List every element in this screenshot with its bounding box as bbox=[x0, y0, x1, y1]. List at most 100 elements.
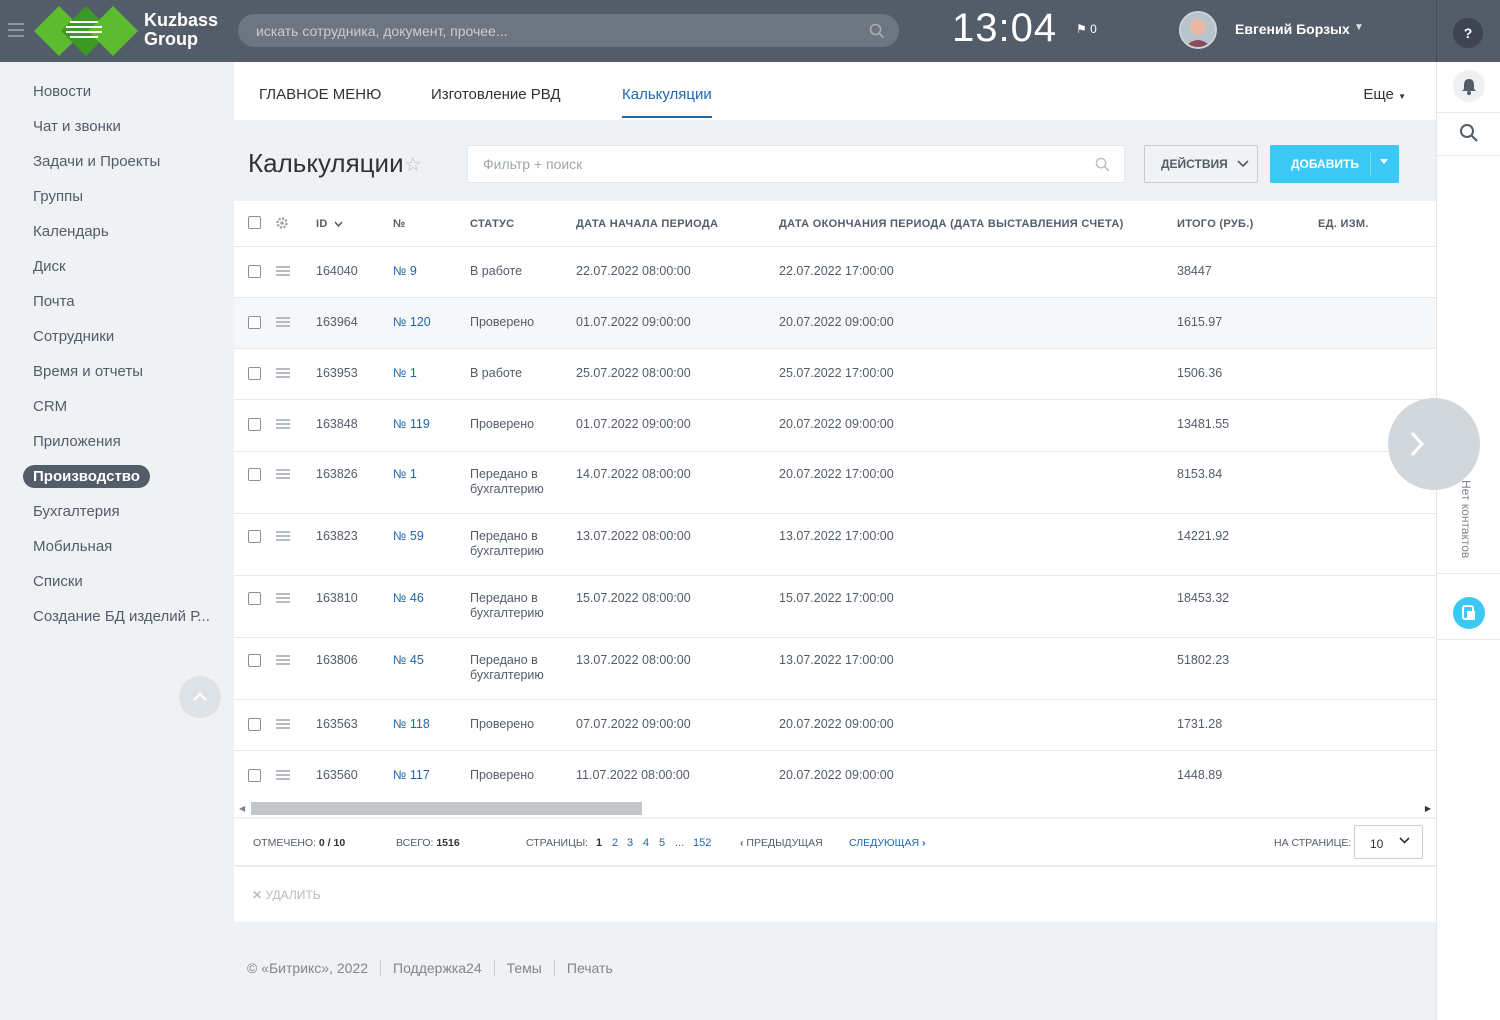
horizontal-scrollbar[interactable]: ◀ ▶ bbox=[234, 801, 1436, 817]
cell-number-link[interactable]: № 59 bbox=[393, 529, 424, 543]
per-page-select[interactable]: 10 bbox=[1354, 825, 1423, 859]
global-search-input[interactable] bbox=[256, 14, 856, 47]
page-link[interactable]: 4 bbox=[643, 837, 649, 849]
row-menu-icon[interactable] bbox=[276, 317, 290, 329]
user-name[interactable]: Евгений Борзых bbox=[1235, 21, 1350, 37]
page-link[interactable]: 152 bbox=[693, 837, 711, 849]
row-checkbox[interactable] bbox=[248, 769, 261, 782]
scroll-right-button[interactable] bbox=[1388, 398, 1480, 490]
table-row[interactable]: 163848 № 119 Проверено 01.07.2022 09:00:… bbox=[234, 400, 1436, 452]
chevron-down-icon[interactable]: ▼ bbox=[1354, 22, 1364, 33]
sidebar-item-time-reports[interactable]: Время и отчеты bbox=[33, 363, 143, 380]
row-checkbox[interactable] bbox=[248, 592, 261, 605]
sidebar-item-news[interactable]: Новости bbox=[33, 83, 91, 100]
table-row[interactable]: 163810 № 46 Передано в бухгалтерию 15.07… bbox=[234, 576, 1436, 638]
cell-number-link[interactable]: № 120 bbox=[393, 315, 431, 329]
table-row[interactable]: 163953 № 1 В работе 25.07.2022 08:00:00 … bbox=[234, 349, 1436, 400]
column-header-start-date[interactable]: ДАТА НАЧАЛА ПЕРИОДА bbox=[576, 218, 718, 230]
tab-main-menu[interactable]: ГЛАВНОЕ МЕНЮ bbox=[259, 86, 381, 103]
row-menu-icon[interactable] bbox=[276, 419, 290, 431]
sidebar-item-groups[interactable]: Группы bbox=[33, 188, 83, 205]
row-menu-icon[interactable] bbox=[276, 368, 290, 380]
table-row[interactable]: 163823 № 59 Передано в бухгалтерию 13.07… bbox=[234, 514, 1436, 576]
next-page-button[interactable]: СЛЕДУЮЩАЯ › bbox=[849, 837, 926, 849]
search-icon[interactable] bbox=[1095, 157, 1110, 172]
table-row[interactable]: 164040 № 9 В работе 22.07.2022 08:00:00 … bbox=[234, 247, 1436, 298]
row-menu-icon[interactable] bbox=[276, 531, 290, 543]
row-checkbox[interactable] bbox=[248, 418, 261, 431]
row-menu-icon[interactable] bbox=[276, 770, 290, 782]
sidebar-item-mail[interactable]: Почта bbox=[33, 293, 75, 310]
cell-number-link[interactable]: № 117 bbox=[393, 768, 430, 782]
chevron-down-icon[interactable] bbox=[1379, 159, 1389, 165]
cell-number-link[interactable]: № 46 bbox=[393, 591, 424, 605]
table-row[interactable]: 163563 № 118 Проверено 07.07.2022 09:00:… bbox=[234, 700, 1436, 751]
delete-button[interactable]: ✕ УДАЛИТЬ bbox=[252, 888, 321, 902]
row-checkbox[interactable] bbox=[248, 718, 261, 731]
row-checkbox[interactable] bbox=[248, 654, 261, 667]
add-button[interactable]: ДОБАВИТЬ bbox=[1270, 145, 1399, 183]
more-menu[interactable]: Еще ▼ bbox=[1363, 86, 1406, 103]
search-icon[interactable] bbox=[1453, 117, 1485, 149]
search-icon[interactable] bbox=[869, 23, 885, 39]
footer-link-print[interactable]: Печать bbox=[553, 960, 625, 976]
company-logo[interactable] bbox=[34, 4, 138, 58]
open-lines-icon[interactable] bbox=[1453, 597, 1485, 629]
column-header-id[interactable]: ID bbox=[316, 218, 343, 230]
table-row[interactable]: 163826 № 1 Передано в бухгалтерию 14.07.… bbox=[234, 452, 1436, 514]
avatar[interactable] bbox=[1179, 11, 1217, 49]
footer-link-support[interactable]: Поддержка24 bbox=[380, 960, 494, 976]
actions-button[interactable]: действия bbox=[1144, 145, 1258, 183]
column-header-total[interactable]: ИТОГО (РУБ.) bbox=[1177, 218, 1254, 230]
row-checkbox[interactable] bbox=[248, 316, 261, 329]
sidebar-item-disk[interactable]: Диск bbox=[33, 258, 66, 275]
sidebar-item-mobile[interactable]: Мобильная bbox=[33, 538, 112, 555]
cell-number-link[interactable]: № 9 bbox=[393, 264, 417, 278]
hamburger-menu-icon[interactable] bbox=[8, 23, 24, 37]
column-header-number[interactable]: № bbox=[393, 218, 406, 230]
scroll-left-arrow-icon[interactable]: ◀ bbox=[239, 804, 245, 813]
select-all-checkbox[interactable] bbox=[248, 216, 261, 229]
row-menu-icon[interactable] bbox=[276, 266, 290, 278]
row-menu-icon[interactable] bbox=[276, 469, 290, 481]
footer-link-themes[interactable]: Темы bbox=[493, 960, 554, 976]
sidebar-item-tasks[interactable]: Задачи и Проекты bbox=[33, 153, 160, 170]
row-menu-icon[interactable] bbox=[276, 719, 290, 731]
row-checkbox[interactable] bbox=[248, 265, 261, 278]
row-menu-icon[interactable] bbox=[276, 655, 290, 667]
scrollbar-thumb[interactable] bbox=[251, 802, 642, 815]
page-link[interactable]: 2 bbox=[612, 837, 618, 849]
scroll-right-arrow-icon[interactable]: ▶ bbox=[1425, 804, 1431, 813]
gear-icon[interactable] bbox=[275, 216, 289, 230]
column-header-end-date[interactable]: ДАТА ОКОНЧАНИЯ ПЕРИОДА (ДАТА ВЫСТАВЛЕНИЯ… bbox=[779, 218, 1124, 230]
column-header-status[interactable]: СТАТУС bbox=[470, 218, 514, 230]
favorite-star-icon[interactable]: ☆ bbox=[404, 152, 422, 177]
cell-number-link[interactable]: № 1 bbox=[393, 366, 417, 380]
sidebar-item-employees[interactable]: Сотрудники bbox=[33, 328, 114, 345]
tab-rvd-production[interactable]: Изготовление РВД bbox=[431, 86, 561, 103]
sidebar-item-create-db[interactable]: Создание БД изделий Р... bbox=[33, 608, 210, 625]
tab-calculations[interactable]: Калькуляции bbox=[622, 86, 712, 118]
sidebar-item-calendar[interactable]: Календарь bbox=[33, 223, 109, 240]
table-row[interactable]: 163964 № 120 Проверено 01.07.2022 09:00:… bbox=[234, 298, 1436, 349]
help-icon[interactable]: ? bbox=[1453, 18, 1483, 48]
sidebar-item-accounting[interactable]: Бухгалтерия bbox=[33, 503, 120, 520]
cell-number-link[interactable]: № 118 bbox=[393, 717, 430, 731]
sidebar-item-lists[interactable]: Списки bbox=[33, 573, 83, 590]
sidebar-item-production[interactable]: Производство bbox=[23, 465, 150, 488]
table-row[interactable]: 163806 № 45 Передано в бухгалтерию 13.07… bbox=[234, 638, 1436, 700]
sidebar-item-chat[interactable]: Чат и звонки bbox=[33, 118, 121, 135]
table-row[interactable]: 163560 № 117 Проверено 11.07.2022 08:00:… bbox=[234, 751, 1436, 801]
prev-page-button[interactable]: ‹ ПРЕДЫДУЩАЯ bbox=[740, 837, 823, 849]
row-checkbox[interactable] bbox=[248, 367, 261, 380]
row-menu-icon[interactable] bbox=[276, 593, 290, 605]
cell-number-link[interactable]: № 45 bbox=[393, 653, 424, 667]
row-checkbox[interactable] bbox=[248, 468, 261, 481]
row-checkbox[interactable] bbox=[248, 530, 261, 543]
notifications-bell-icon[interactable] bbox=[1453, 70, 1485, 102]
clock[interactable]: 13:04 bbox=[952, 6, 1057, 51]
page-link[interactable]: 5 bbox=[659, 837, 665, 849]
cell-number-link[interactable]: № 1 bbox=[393, 467, 417, 481]
scroll-up-button[interactable] bbox=[179, 676, 221, 718]
cell-number-link[interactable]: № 119 bbox=[393, 417, 430, 431]
